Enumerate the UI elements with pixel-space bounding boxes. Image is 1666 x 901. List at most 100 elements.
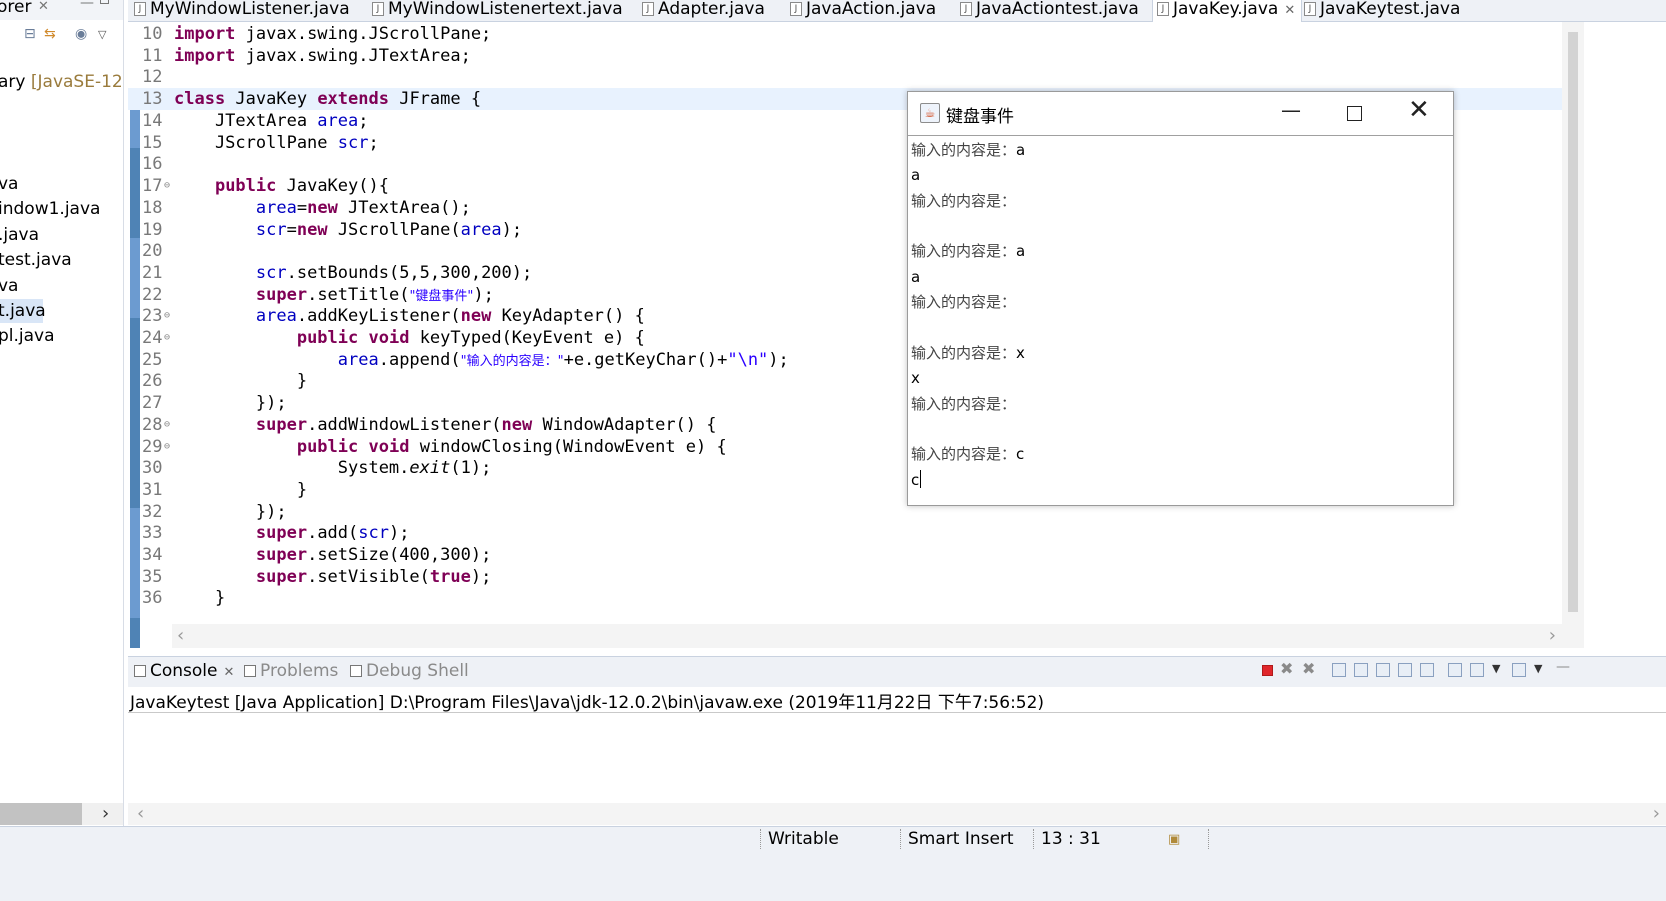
tree-item-jre-library[interactable]: ary [JavaSE-12] <box>0 70 123 94</box>
chevron-down-icon[interactable]: ▼ <box>1492 662 1506 676</box>
fold-icon[interactable]: ⊖ <box>164 327 170 349</box>
task-icon[interactable]: ▣ <box>1168 832 1180 847</box>
tab-debug-shell[interactable]: Debug Shell <box>350 661 469 681</box>
editor-hscrollbar[interactable]: ‹ › <box>172 624 1562 648</box>
change-ruler <box>130 88 140 648</box>
editor-tab-bar: J MyWindowListener.java J MyWindowListener… <box>128 0 1666 22</box>
terminate-icon[interactable] <box>1262 665 1273 676</box>
code-token: super <box>255 567 308 587</box>
close-tab-icon[interactable]: ✕ <box>224 665 235 680</box>
package-explorer-title[interactable]: orer <box>0 0 31 16</box>
tree-item[interactable]: va <box>0 172 18 196</box>
output-value: a <box>1016 242 1026 260</box>
output-label: 输入的内容是： <box>911 242 1017 260</box>
java-file-icon: J <box>134 2 146 16</box>
code-token: class <box>174 89 226 109</box>
tree-item[interactable]: test.java <box>0 248 72 272</box>
scroll-left-icon[interactable]: ‹ <box>137 803 144 825</box>
text-area[interactable]: 输入的内容是：a a 输入的内容是： 输入的内容是：a a 输入的内容是： 输入… <box>908 135 1453 503</box>
code-token: JTextArea(); <box>337 198 471 218</box>
maximize-view-icon[interactable] <box>100 0 109 4</box>
close-view-icon[interactable]: ✕ <box>38 0 49 16</box>
word-wrap-icon[interactable] <box>1376 663 1390 677</box>
tree-item[interactable]: .java <box>0 223 39 247</box>
scroll-lock-icon[interactable] <box>1354 663 1368 677</box>
package-explorer-toolbar: ⊟ ⇆ ◉ ▽ <box>0 24 123 48</box>
editor-vscrollbar[interactable] <box>1562 22 1584 648</box>
text-caret <box>920 470 922 488</box>
tab-console[interactable]: Console ✕ <box>134 661 234 681</box>
tree-item-selected[interactable]: t.java <box>0 299 46 323</box>
line-number: 22 <box>142 285 163 305</box>
line-number: 19 <box>142 220 163 240</box>
scroll-right-icon[interactable]: › <box>102 803 109 825</box>
code-token: } <box>174 480 308 500</box>
line-number: 30 <box>142 458 163 478</box>
tree-item-label: pl.java <box>0 326 55 346</box>
show-on-output-icon[interactable] <box>1398 663 1412 677</box>
minimize-view-icon[interactable]: — <box>80 0 94 12</box>
tab-adapter[interactable]: J Adapter.java <box>638 0 765 22</box>
code-token: ; <box>358 111 369 131</box>
remove-launch-icon[interactable]: ✖ <box>1280 659 1294 678</box>
link-editor-icon[interactable]: ⇆ <box>44 26 56 42</box>
status-writable: Writable <box>768 829 839 849</box>
close-tab-icon[interactable]: ✕ <box>1284 3 1295 18</box>
collapse-all-icon[interactable]: ⊟ <box>24 26 36 42</box>
tree-item[interactable]: indow1.java <box>0 197 100 221</box>
fold-icon[interactable]: ⊖ <box>164 305 170 327</box>
output-label: 输入的内容是： <box>911 395 1017 413</box>
code-token: super <box>255 285 308 305</box>
tab-label: Adapter.java <box>658 0 765 19</box>
show-on-error-icon[interactable] <box>1420 663 1434 677</box>
console-hscrollbar[interactable]: ‹ › <box>128 803 1666 825</box>
fold-icon[interactable]: ⊖ <box>164 436 170 458</box>
fold-icon[interactable]: ⊖ <box>164 175 170 197</box>
tab-mywindowlistenertext[interactable]: J MyWindowListenertext.java <box>368 0 623 22</box>
scroll-right-icon[interactable]: › <box>1653 803 1660 825</box>
fold-icon[interactable]: ⊖ <box>164 414 170 436</box>
tab-javakeytest[interactable]: J JavaKeytest.java <box>1300 0 1460 22</box>
code-token: "输入的内容是：" <box>460 354 564 369</box>
tab-problems[interactable]: Problems <box>244 661 338 681</box>
minimize-view-icon[interactable]: — <box>1556 659 1570 675</box>
display-console-icon[interactable] <box>1470 663 1484 677</box>
tab-javakey[interactable]: J JavaKey.java ✕ <box>1152 0 1303 22</box>
tree-item-label: t.java <box>0 301 46 321</box>
view-menu-icon[interactable]: ▽ <box>98 28 106 41</box>
output-line: c <box>911 468 922 493</box>
line-number: 15 <box>142 133 163 153</box>
code-token: .append( <box>378 350 461 370</box>
tab-javaaction[interactable]: J JavaAction.java <box>786 0 936 22</box>
tree-item[interactable]: pl.java <box>0 324 55 348</box>
tree-item[interactable]: va <box>0 274 18 298</box>
scroll-left-icon[interactable]: ‹ <box>177 624 184 648</box>
close-button[interactable]: ✕ <box>1408 95 1430 125</box>
remove-all-icon[interactable]: ✖ <box>1302 659 1316 678</box>
clear-console-icon[interactable] <box>1332 663 1346 677</box>
code-token: .setBounds(5,5,300,200); <box>286 263 533 283</box>
code-token: }); <box>174 393 287 413</box>
open-console-icon[interactable] <box>1512 663 1526 677</box>
pin-console-icon[interactable] <box>1448 663 1462 677</box>
output-line: 输入的内容是：c <box>911 442 1024 467</box>
tab-mywindowlistener[interactable]: J MyWindowListener.java <box>130 0 350 22</box>
minimize-button[interactable]: — <box>1281 98 1301 122</box>
output-line: a <box>911 265 920 290</box>
focus-icon[interactable]: ◉ <box>75 26 87 42</box>
chevron-down-icon[interactable]: ▼ <box>1534 662 1548 676</box>
code-token: } <box>174 371 308 391</box>
output-value: c <box>1016 445 1025 463</box>
scroll-thumb[interactable] <box>1568 32 1578 612</box>
tab-javaactiontest[interactable]: J JavaActiontest.java <box>956 0 1139 22</box>
scroll-right-icon[interactable]: › <box>1549 624 1556 648</box>
code-token: "\n" <box>727 350 769 370</box>
code-token: WindowAdapter() { <box>532 415 717 435</box>
code-token: javax.swing.JTextArea; <box>235 46 471 66</box>
maximize-button[interactable] <box>1347 106 1362 121</box>
scroll-thumb[interactable] <box>0 803 82 825</box>
package-explorer-hscrollbar[interactable]: › <box>0 803 123 825</box>
window-title-bar[interactable]: ☕ 键盘事件 — ✕ <box>908 92 1453 134</box>
